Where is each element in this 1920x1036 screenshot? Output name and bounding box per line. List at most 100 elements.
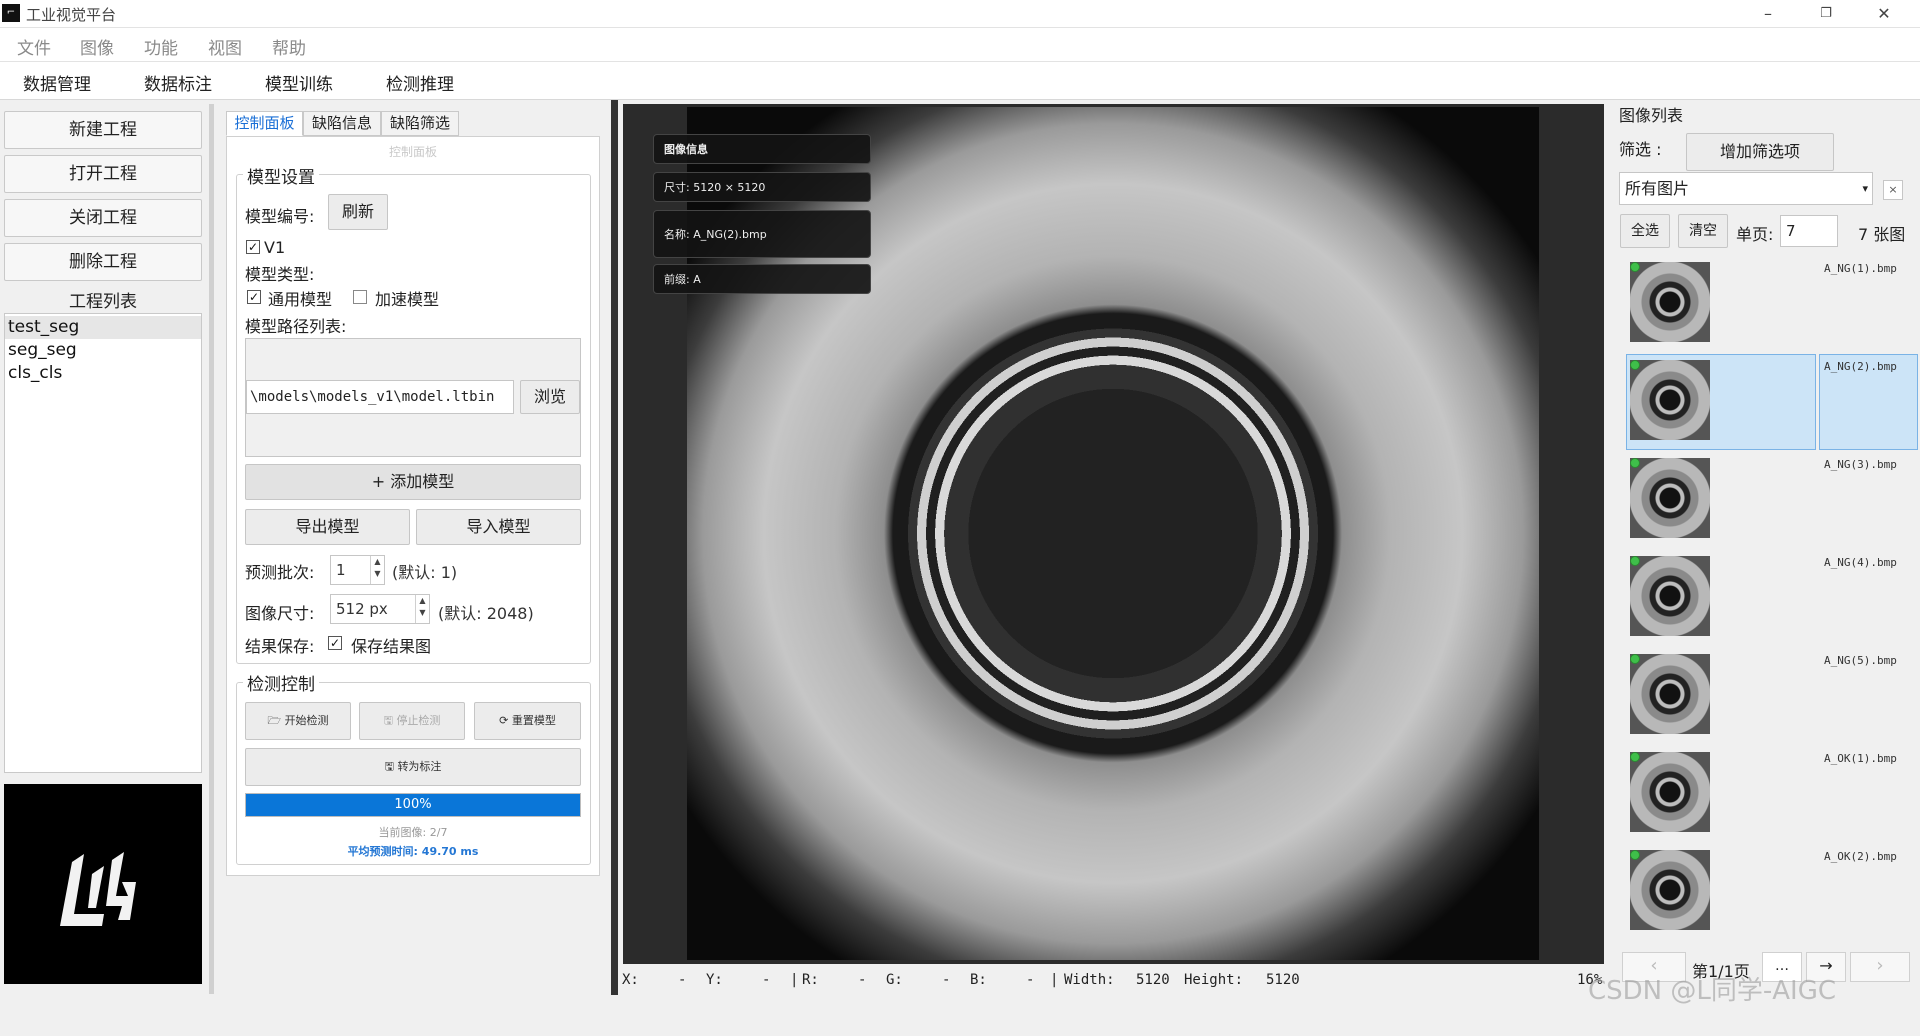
minimize-button[interactable]: – bbox=[1740, 0, 1796, 28]
status-dot-icon bbox=[1630, 556, 1640, 566]
last-page-button[interactable]: › bbox=[1850, 952, 1910, 982]
page-size-label: 单页: bbox=[1736, 225, 1774, 244]
thumbnail-filename: A_NG(1).bmp bbox=[1824, 262, 1897, 275]
thumbnail-image bbox=[1630, 752, 1710, 832]
filter-select-value: 所有图片 bbox=[1625, 179, 1690, 198]
image-size-default-hint: (默认: 2048) bbox=[438, 604, 534, 623]
chevron-down-icon: ▾ bbox=[1862, 182, 1868, 195]
y-value: - bbox=[762, 972, 771, 988]
stop-detection-label: 停止检测 bbox=[396, 714, 441, 727]
page-size-input[interactable]: 7 bbox=[1780, 215, 1838, 247]
accelerated-model-label: 加速模型 bbox=[375, 290, 440, 309]
new-project-button[interactable]: 新建工程 bbox=[4, 111, 202, 149]
height-value: 5120 bbox=[1266, 972, 1300, 988]
module-toolbar: 数据管理 数据标注 模型训练 检测推理 bbox=[0, 62, 1920, 100]
save-result-checkbox[interactable]: ✓ bbox=[328, 636, 342, 650]
thumbnail-item[interactable]: A_NG(5).bmp bbox=[1626, 648, 1918, 744]
add-filter-button[interactable]: 增加筛选项 bbox=[1686, 133, 1834, 171]
tab-defect-filter[interactable]: 缺陷筛选 bbox=[381, 111, 459, 136]
batch-spinbox[interactable]: 1 ▲ ▼ bbox=[330, 555, 385, 585]
filter-select[interactable]: 所有图片 ▾ bbox=[1619, 172, 1873, 205]
open-project-button[interactable]: 打开工程 bbox=[4, 155, 202, 193]
batch-default-hint: (默认: 1) bbox=[392, 563, 458, 582]
thumbnail-image bbox=[1630, 556, 1710, 636]
tab-control-panel[interactable]: 控制面板 bbox=[226, 111, 303, 136]
save-result-label: 结果保存: bbox=[245, 637, 315, 656]
window-title: 工业视觉平台 bbox=[26, 6, 117, 24]
thumbnail-image bbox=[1630, 360, 1710, 440]
thumbnail-filename: A_NG(4).bmp bbox=[1824, 556, 1897, 569]
module-data-management[interactable]: 数据管理 bbox=[23, 70, 91, 95]
menu-image[interactable]: 图像 bbox=[80, 34, 114, 59]
pane-title: 控制面板 bbox=[388, 145, 437, 159]
menu-bar: 文件 图像 功能 视图 帮助 bbox=[0, 28, 1920, 62]
clear-selection-button[interactable]: 清空 bbox=[1678, 214, 1728, 248]
image-info-title: 图像信息 bbox=[653, 134, 871, 164]
general-model-checkbox[interactable]: ✓ bbox=[247, 290, 261, 304]
image-size-value: 512 px bbox=[336, 600, 388, 618]
add-model-button[interactable]: + 添加模型 bbox=[245, 464, 581, 500]
center-splitter[interactable] bbox=[611, 100, 618, 995]
thumbnail-list: A_NG(1).bmp A_NG(2).bmp A_NG(3).bmp A_NG… bbox=[1618, 256, 1918, 1036]
thumbnail-image bbox=[1630, 850, 1710, 930]
menu-function[interactable]: 功能 bbox=[144, 34, 178, 59]
project-list-item[interactable]: seg_seg bbox=[5, 339, 201, 362]
thumbnail-item[interactable]: A_OK(2).bmp bbox=[1626, 844, 1918, 940]
reset-model-button[interactable]: ⟳ 重置模型 bbox=[474, 702, 581, 740]
status-dot-icon bbox=[1630, 850, 1640, 860]
image-size-spin-arrows-icon[interactable]: ▲ ▼ bbox=[415, 595, 429, 623]
image-size-info: 尺寸: 5120 × 5120 bbox=[653, 172, 871, 202]
module-data-annotation[interactable]: 数据标注 bbox=[144, 70, 212, 95]
refresh-icon: ⟳ bbox=[499, 714, 509, 727]
thumbnail-item[interactable]: A_NG(2).bmp bbox=[1626, 354, 1918, 450]
menu-view[interactable]: 视图 bbox=[208, 34, 242, 59]
image-size-spinbox[interactable]: 512 px ▲ ▼ bbox=[330, 594, 430, 624]
restore-button[interactable]: ❐ bbox=[1798, 0, 1854, 28]
status-dot-icon bbox=[1630, 458, 1640, 468]
tab-defect-info[interactable]: 缺陷信息 bbox=[303, 111, 381, 136]
model-path-field[interactable]: \models\models_v1\model.ltbin bbox=[246, 380, 514, 414]
stop-detection-button[interactable]: 🖫 停止检测 bbox=[359, 702, 465, 740]
title-bar: ⌐ 工业视觉平台 – ❐ ✕ bbox=[0, 0, 1920, 28]
project-list-item[interactable]: cls_cls bbox=[5, 362, 201, 385]
clear-filter-button[interactable]: × bbox=[1883, 180, 1903, 200]
status-bar: X: - Y: - | R: - G: - B: - | Width: 5120… bbox=[622, 970, 1622, 992]
select-all-button[interactable]: 全选 bbox=[1620, 214, 1670, 248]
refresh-button[interactable]: 刷新 bbox=[328, 194, 388, 230]
batch-spin-arrows-icon[interactable]: ▲ ▼ bbox=[370, 556, 384, 584]
convert-to-annotation-button[interactable]: 🖫 转为标注 bbox=[245, 748, 581, 786]
filter-label: 筛选 : bbox=[1619, 140, 1662, 159]
start-detection-button[interactable]: 🗁 开始检测 bbox=[245, 702, 351, 740]
export-model-button[interactable]: 导出模型 bbox=[245, 509, 410, 545]
brand-logo bbox=[4, 784, 202, 984]
thumbnail-item[interactable]: A_NG(1).bmp bbox=[1626, 256, 1918, 352]
module-detection-inference[interactable]: 检测推理 bbox=[386, 70, 454, 95]
batch-label: 预测批次: bbox=[245, 563, 315, 582]
close-project-button[interactable]: 关闭工程 bbox=[4, 199, 202, 237]
width-value: 5120 bbox=[1136, 972, 1170, 988]
image-viewer[interactable]: 图像信息 尺寸: 5120 × 5120 名称: A_NG(2).bmp 前缀:… bbox=[623, 104, 1604, 964]
close-button[interactable]: ✕ bbox=[1856, 0, 1912, 28]
thumbnail-filename: A_OK(2).bmp bbox=[1824, 850, 1897, 863]
delete-project-button[interactable]: 删除工程 bbox=[4, 243, 202, 281]
import-model-button[interactable]: 导入模型 bbox=[416, 509, 581, 545]
model-path-list-label: 模型路径列表: bbox=[245, 317, 347, 336]
height-label: Height: bbox=[1184, 972, 1244, 988]
y-label: Y: bbox=[706, 972, 723, 988]
menu-file[interactable]: 文件 bbox=[17, 34, 51, 59]
general-model-label: 通用模型 bbox=[268, 290, 333, 309]
project-list-item[interactable]: test_seg bbox=[5, 316, 201, 339]
b-label: B: bbox=[970, 972, 987, 988]
accelerated-model-checkbox[interactable] bbox=[353, 290, 367, 304]
browse-button[interactable]: 浏览 bbox=[520, 380, 580, 414]
thumbnail-item[interactable]: A_NG(4).bmp bbox=[1626, 550, 1918, 646]
left-splitter[interactable] bbox=[209, 104, 214, 994]
thumbnail-item[interactable]: A_NG(3).bmp bbox=[1626, 452, 1918, 548]
thumbnail-image bbox=[1630, 458, 1710, 538]
thumbnail-filename: A_NG(5).bmp bbox=[1824, 654, 1897, 667]
module-model-training[interactable]: 模型训练 bbox=[265, 70, 333, 95]
thumbnail-item[interactable]: A_OK(1).bmp bbox=[1626, 746, 1918, 842]
save-disk-icon: 🖫 bbox=[383, 714, 393, 727]
version-checkbox[interactable]: ✓ bbox=[246, 240, 260, 254]
menu-help[interactable]: 帮助 bbox=[272, 34, 306, 59]
